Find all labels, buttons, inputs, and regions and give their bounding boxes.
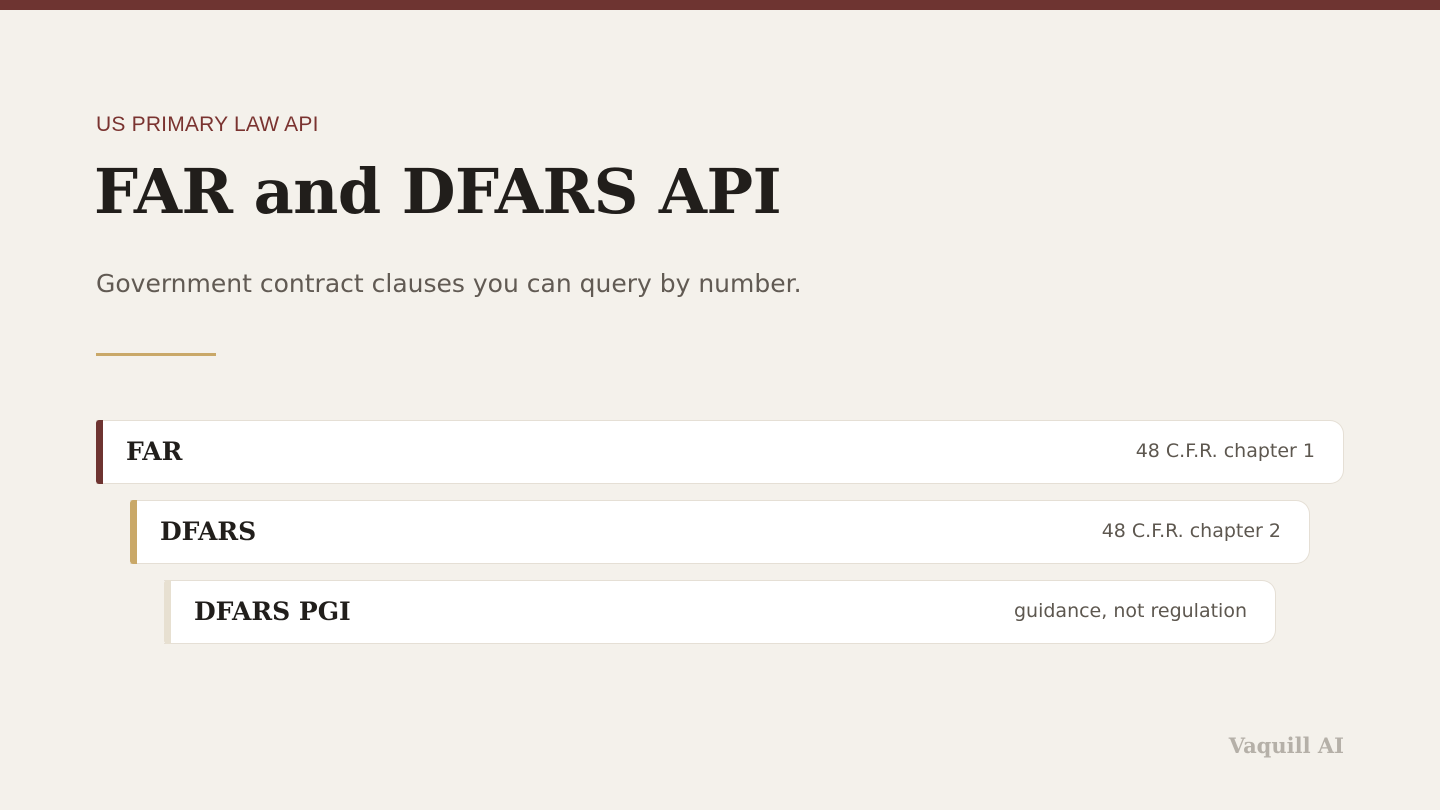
row-accent-bar <box>130 499 137 564</box>
regulation-row-dfars-pgi: DFARS PGI guidance, not regulation <box>164 579 1276 644</box>
page-title: FAR and DFARS API <box>94 155 782 228</box>
top-brand-bar <box>0 0 1440 10</box>
regulation-name: FAR <box>126 437 183 466</box>
regulation-row-far: FAR 48 C.F.R. chapter 1 <box>96 419 1344 484</box>
regulation-citation: guidance, not regulation <box>1013 600 1247 622</box>
row-accent-bar <box>164 579 171 644</box>
brand-wordmark: Vaquill AI <box>1228 733 1344 758</box>
row-accent-bar <box>96 419 103 484</box>
regulation-row-dfars: DFARS 48 C.F.R. chapter 2 <box>130 499 1310 564</box>
regulation-name: DFARS <box>160 517 257 546</box>
regulation-name: DFARS PGI <box>194 597 351 626</box>
regulation-citation: 48 C.F.R. chapter 2 <box>1101 520 1281 542</box>
regulation-citation: 48 C.F.R. chapter 1 <box>1135 440 1315 462</box>
title-divider <box>96 353 216 356</box>
eyebrow-label: US PRIMARY LAW API <box>96 113 319 136</box>
page-subtitle: Government contract clauses you can quer… <box>96 269 802 298</box>
